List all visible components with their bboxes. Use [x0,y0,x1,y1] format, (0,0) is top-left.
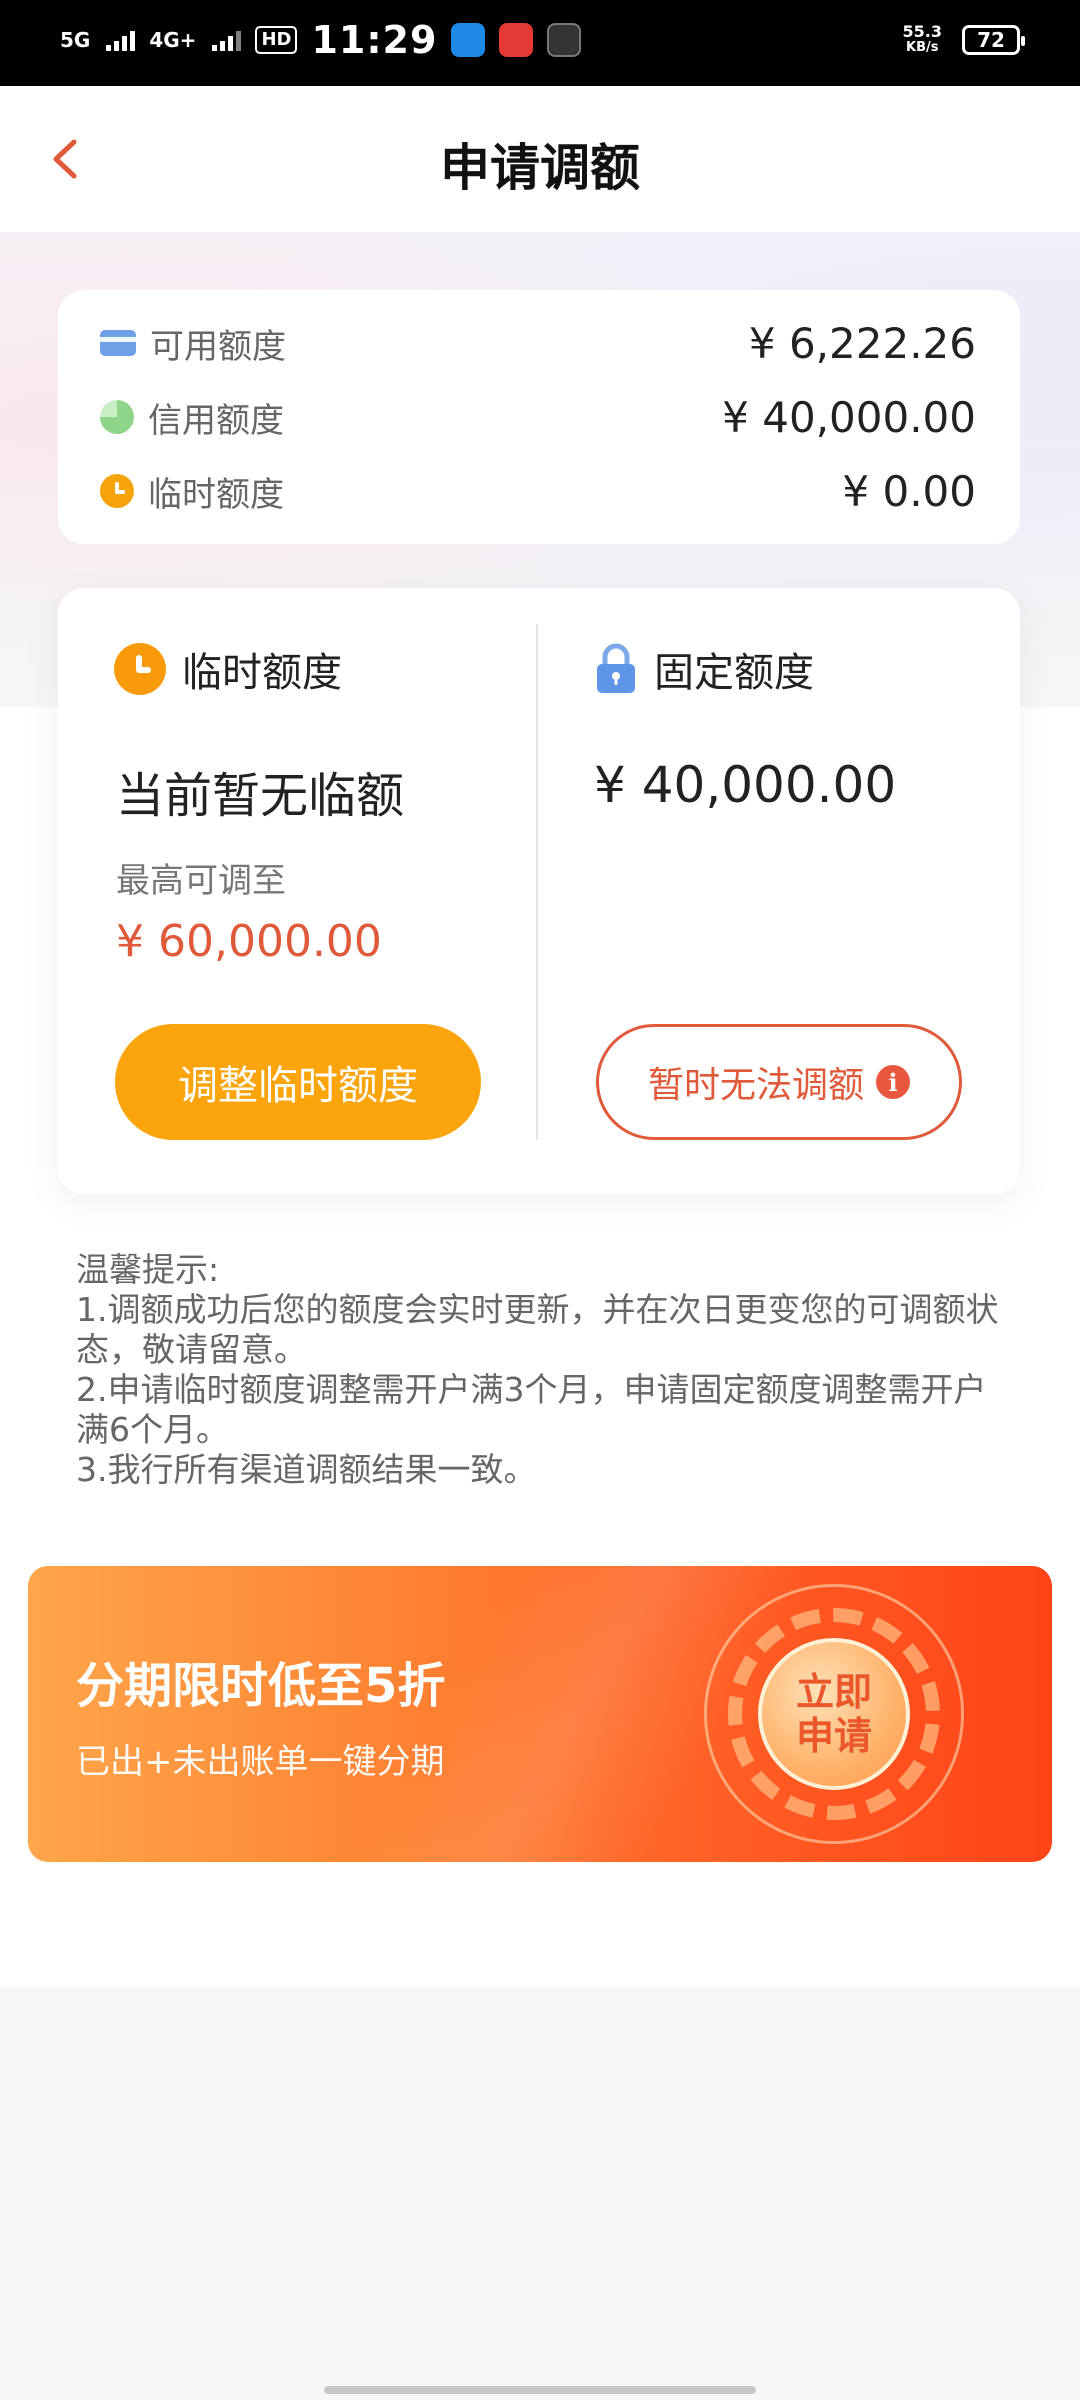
page-header: 申请调额 [0,86,1080,232]
column-divider [536,624,538,1140]
fixed-limit-value: ¥ 40,000.00 [594,756,897,814]
summary-label: 信用额度 [148,400,284,441]
summary-label: 可用额度 [150,326,286,367]
apply-now-line2: 申请 [795,1714,872,1758]
tips-heading: 温馨提示: [76,1250,220,1289]
tip-line: 1.调额成功后您的额度会实时更新，并在次日更变您的可调额状态，敬请留意。 [76,1290,999,1369]
summary-row-temporary: 临时额度 ¥ 0.00 [100,460,976,522]
net-speed-unit: KB/s [906,40,939,55]
temporary-limit-title: 临时额度 [114,640,342,698]
hd-badge: HD [255,26,298,54]
temporary-status: 当前暂无临额 [116,768,405,824]
status-bar: 5G 4G+ HD 11:29 55.3 KB/s 72 [0,0,1080,86]
max-limit-value: ¥ 60,000.00 [116,916,382,967]
fixed-limit-title: 固定额度 [594,640,814,698]
lock-icon [594,643,638,695]
tips-section: 温馨提示: 1.调额成功后您的额度会实时更新，并在次日更变您的可调额状态，敬请留… [76,1250,1016,1490]
bird-app-icon [451,23,486,57]
cannot-adjust-label: 暂时无法调额 [647,1065,864,1106]
installment-promo-banner[interactable]: 分期限时低至5折 已出+未出账单一键分期 立即 申请 [28,1566,1052,1862]
red-app-icon [499,23,534,57]
clock: 11:29 [311,18,438,62]
clock-icon [100,474,134,508]
banner-title: 分期限时低至5折 [76,1658,446,1714]
signal-bars-icon [106,29,136,51]
page-title: 申请调额 [440,139,640,197]
home-indicator[interactable] [324,2386,756,2394]
banner-subtitle: 已出+未出账单一键分期 [76,1742,445,1782]
summary-label: 临时额度 [148,474,284,515]
tip-line: 3.我行所有渠道调额结果一致。 [76,1450,537,1489]
apply-now-line1: 立即 [795,1670,872,1714]
limit-adjust-card: 临时额度 当前暂无临额 最高可调至 ¥ 60,000.00 调整临时额度 固定额… [58,588,1020,1194]
info-icon[interactable]: i [876,1065,910,1099]
fixed-limit-title-text: 固定额度 [654,650,814,696]
adjust-temporary-limit-button[interactable]: 调整临时额度 [115,1024,481,1140]
pie-icon [100,400,134,434]
limit-summary-card: 可用额度 ¥ 6,222.26 信用额度 ¥ 40,000.00 临时额度 ¥ … [58,290,1020,544]
max-limit-label: 最高可调至 [116,861,286,901]
tip-line: 2.申请临时额度调整需开户满3个月，申请固定额度调整需开户满6个月。 [76,1370,987,1449]
summary-row-credit: 信用额度 ¥ 40,000.00 [100,386,976,448]
card-icon [100,330,136,356]
signal-5g: 5G [60,28,91,52]
soul-app-icon [547,23,582,57]
temporary-limit-title-text: 临时额度 [182,650,342,696]
battery-icon: 72 [962,25,1025,55]
signal-bars-icon [212,29,242,51]
summary-row-available: 可用额度 ¥ 6,222.26 [100,312,976,374]
net-speed: 55.3 KB/s [903,24,942,56]
clock-icon [114,643,166,695]
signal-4g: 4G+ [149,28,197,52]
summary-value: ¥ 0.00 [842,466,976,516]
apply-now-button[interactable]: 立即 申请 [758,1638,910,1790]
net-speed-value: 55.3 [902,22,942,41]
summary-value: ¥ 6,222.26 [748,318,976,368]
summary-value: ¥ 40,000.00 [722,392,976,442]
cannot-adjust-button[interactable]: 暂时无法调额 i [596,1024,962,1140]
battery-level: 72 [977,28,1005,52]
